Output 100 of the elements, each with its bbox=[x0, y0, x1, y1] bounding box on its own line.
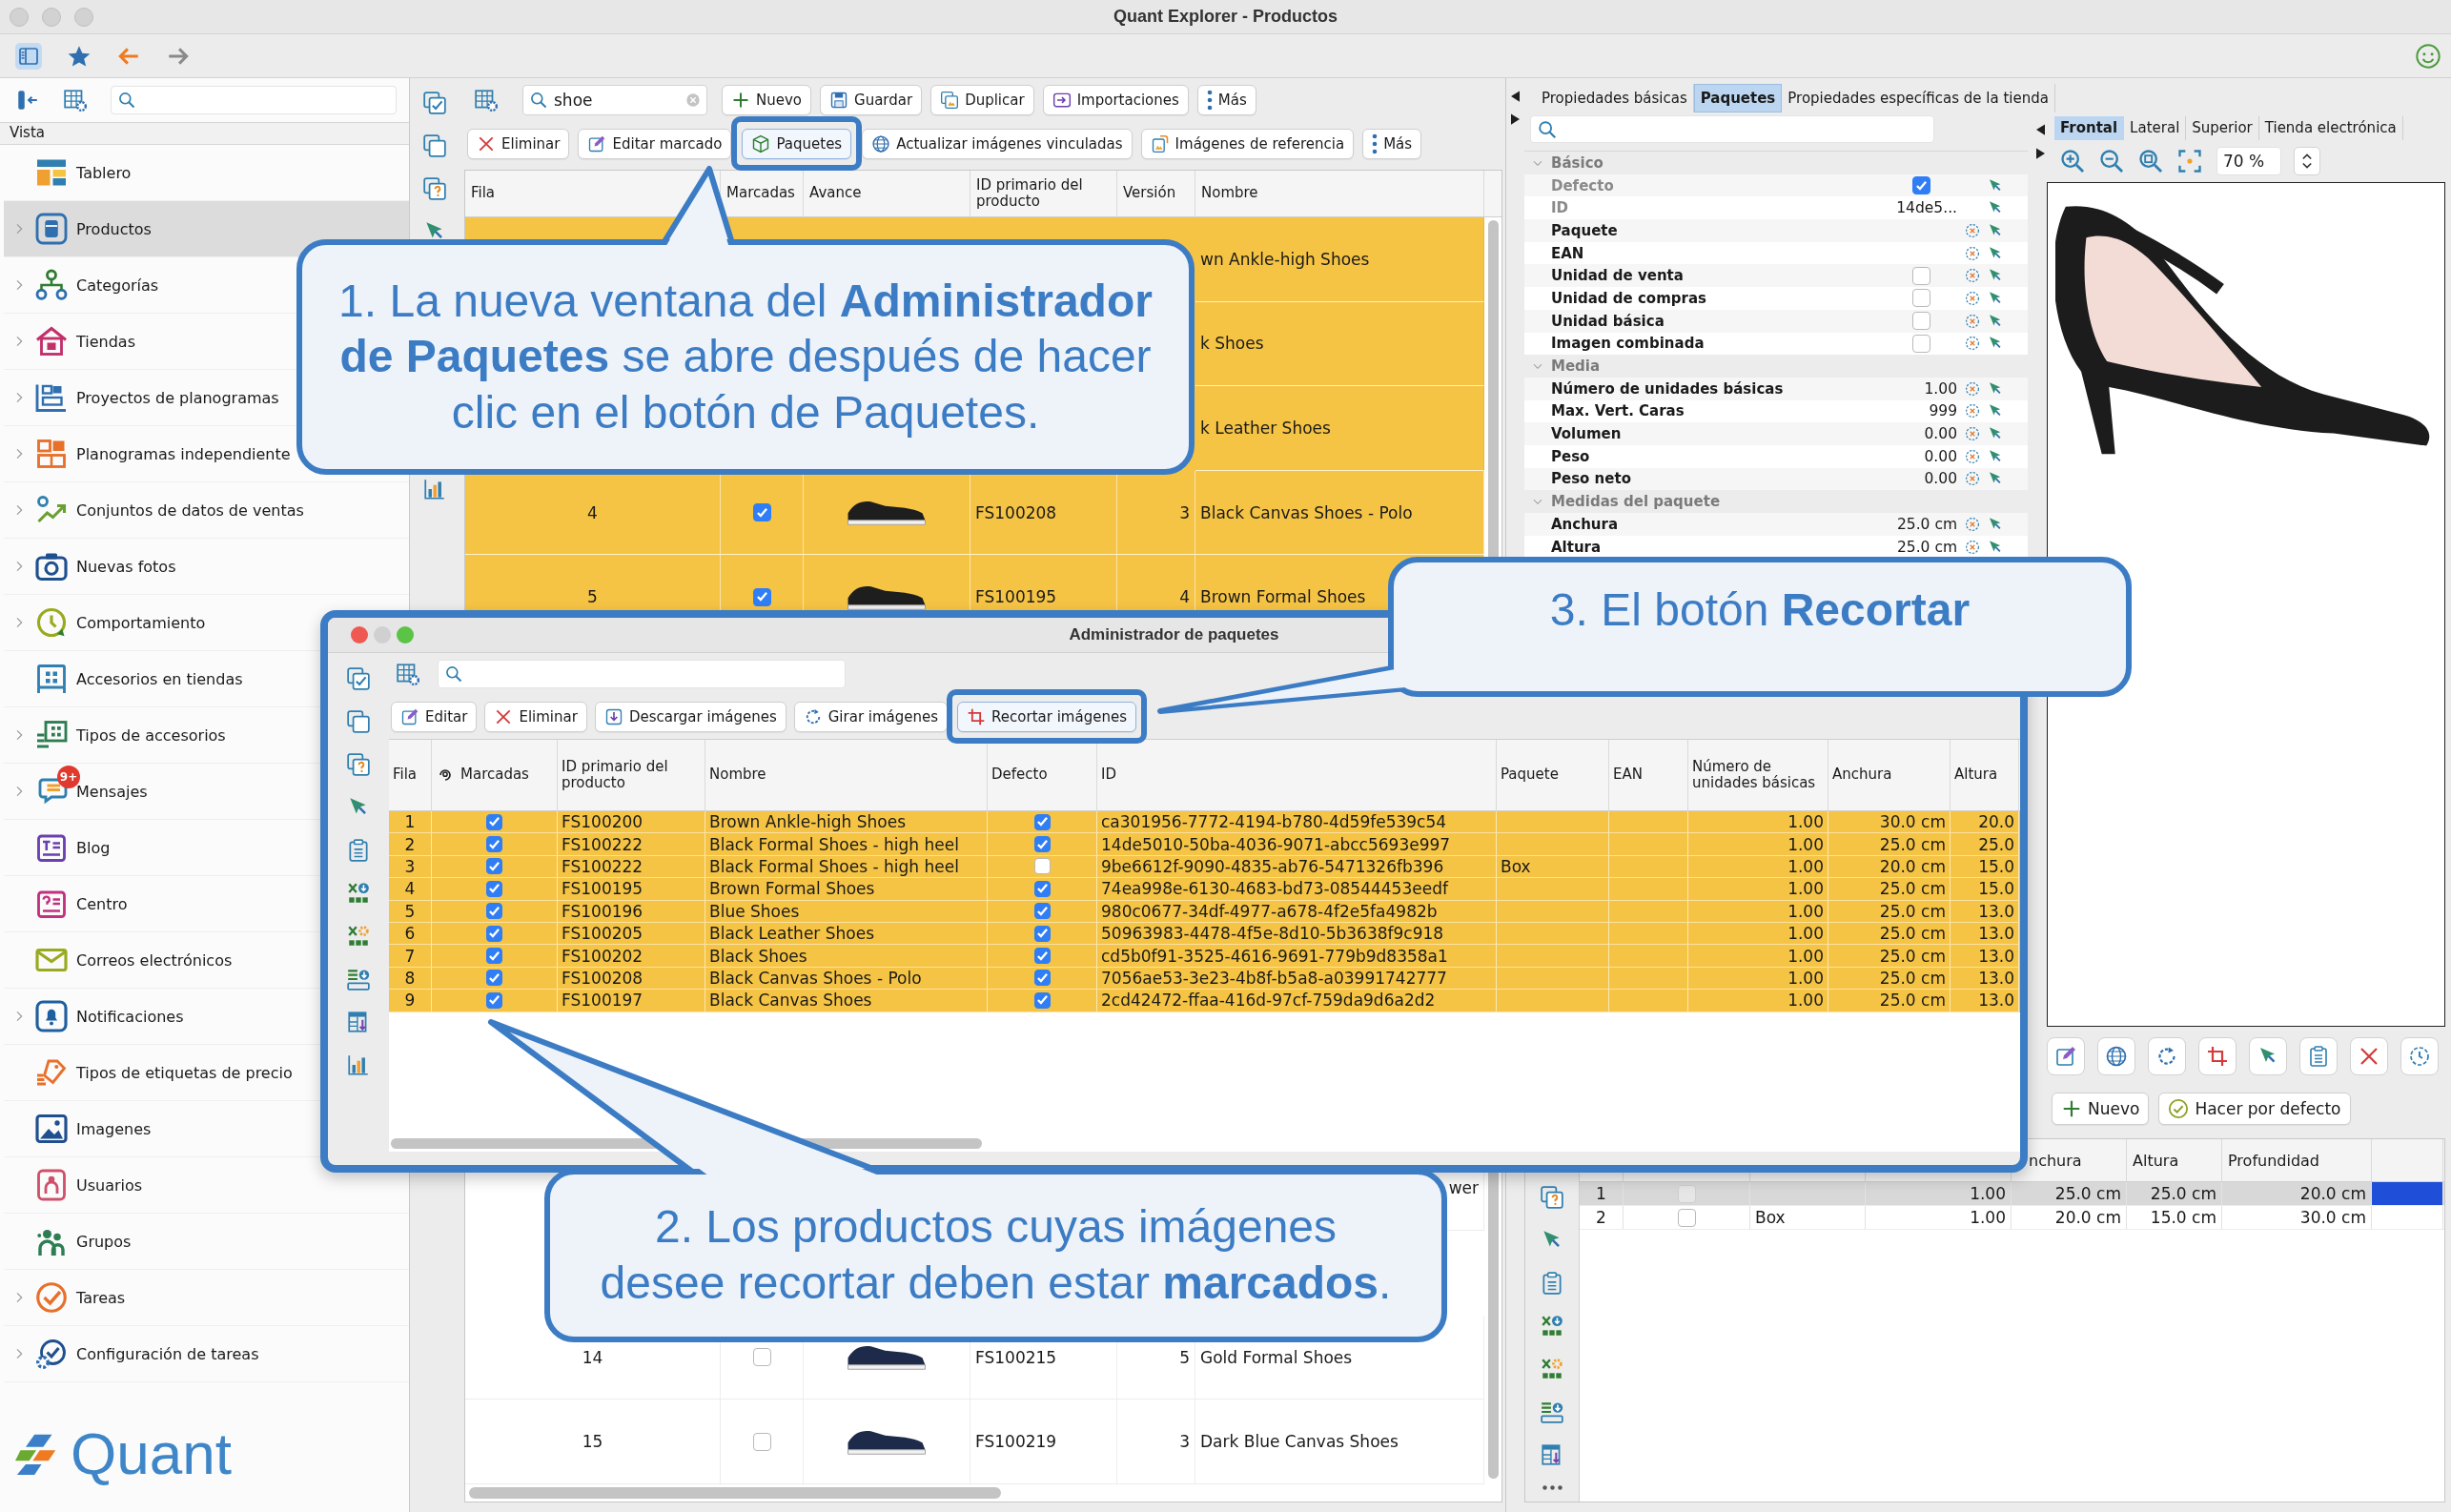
toolbar-button[interactable]: Importaciones bbox=[1042, 85, 1189, 115]
globe-button[interactable] bbox=[2097, 1037, 2135, 1075]
smiley-icon[interactable] bbox=[2415, 42, 2441, 70]
column-header[interactable]: Anchura bbox=[1828, 740, 1951, 810]
reset-icon[interactable] bbox=[1963, 470, 1981, 488]
checkbox[interactable] bbox=[1033, 991, 1051, 1009]
reset-icon[interactable] bbox=[1963, 538, 1981, 556]
checkbox[interactable] bbox=[486, 903, 502, 920]
toolbar-button[interactable]: Nuevo bbox=[2052, 1093, 2150, 1125]
checkbox[interactable] bbox=[486, 948, 502, 965]
crop-button[interactable] bbox=[2198, 1037, 2237, 1075]
table-row[interactable]: 5 FS100196 Blue Shoes 980c0677-34df-4977-a678-4f2e5fa4982b 1.00 25.0 cm 13.0 bbox=[389, 900, 2020, 923]
fit-screen-icon[interactable] bbox=[2176, 148, 2203, 174]
checkbox[interactable] bbox=[1912, 312, 1930, 331]
search-field[interactable] bbox=[438, 660, 846, 688]
expand-right-icon[interactable] bbox=[1511, 113, 1520, 125]
reset-icon[interactable] bbox=[1963, 244, 1981, 262]
reset-icon[interactable] bbox=[1963, 335, 1981, 353]
sidebar-item[interactable]: Comportamiento bbox=[4, 595, 210, 650]
checklist-icon[interactable] bbox=[422, 90, 447, 115]
search-field[interactable] bbox=[111, 86, 397, 114]
table-row[interactable]: 1 FS100200 Brown Ankle-high Shoes ca301956-7772-4194-b780-4d59fe539c54 1.00 30.0 cm 20.0 bbox=[389, 811, 2020, 834]
group-header[interactable]: Básico bbox=[1524, 152, 2028, 174]
tab[interactable]: Lateral bbox=[2124, 115, 2187, 140]
checkbox[interactable] bbox=[1033, 970, 1051, 987]
reset-icon[interactable] bbox=[1963, 425, 1981, 443]
table-row[interactable]: 8 FS100208 Black Canvas Shoes - Polo 7056ae53-3e23-4b8f-b5a8-a03991742777 1.00 25.0 cm 13.0 bbox=[389, 967, 2020, 991]
sidebar-item[interactable]: Accesorios en tiendas bbox=[4, 651, 247, 706]
sidebar-item[interactable]: Tipos de accesorios bbox=[4, 707, 230, 763]
sidebar-item[interactable]: Usuarios bbox=[4, 1157, 147, 1213]
group-header[interactable]: Medidas del paquete bbox=[1524, 490, 2028, 513]
checkbox[interactable] bbox=[1033, 903, 1051, 920]
checkbox[interactable] bbox=[1033, 836, 1051, 853]
checkbox[interactable] bbox=[752, 1348, 771, 1367]
tab[interactable]: Superior bbox=[2186, 115, 2259, 140]
column-header[interactable]: ID primario del producto bbox=[970, 171, 1117, 216]
clipboard-icon[interactable] bbox=[346, 837, 371, 863]
sidebar-item[interactable]: Proyectos de planogramas bbox=[4, 370, 283, 425]
toolbar-button[interactable]: Duplicar bbox=[930, 85, 1034, 115]
checkbox[interactable] bbox=[752, 503, 771, 522]
checkbox[interactable] bbox=[486, 991, 502, 1009]
tab[interactable]: Propiedades básicas bbox=[1536, 84, 1694, 112]
sidebar-toggle-button[interactable] bbox=[15, 42, 42, 70]
checkbox[interactable] bbox=[1033, 948, 1051, 965]
checkbox[interactable] bbox=[1677, 1184, 1696, 1203]
rotate-button[interactable] bbox=[2148, 1037, 2186, 1075]
sidebar-item[interactable]: Imagenes bbox=[4, 1101, 155, 1156]
copy-icon[interactable] bbox=[346, 708, 371, 734]
sidebar-item[interactable]: Tiendas bbox=[4, 314, 139, 369]
collapse-panel-icon[interactable] bbox=[15, 88, 40, 112]
zoom-out-icon[interactable] bbox=[2098, 148, 2125, 174]
tab[interactable]: Paquetes bbox=[1693, 84, 1783, 112]
close-button[interactable] bbox=[351, 626, 368, 644]
checkbox[interactable] bbox=[1033, 813, 1051, 830]
sidebar-item[interactable]: Tipos de etiquetas de precio bbox=[4, 1045, 296, 1100]
more-horizontal-icon[interactable] bbox=[1542, 1485, 1563, 1490]
reset-icon[interactable] bbox=[1963, 312, 1981, 330]
reset-icon[interactable] bbox=[1963, 515, 1981, 533]
checkbox[interactable] bbox=[486, 970, 502, 987]
table-row[interactable]: 1 1.00 25.0 cm 25.0 cm 20.0 cm bbox=[1580, 1182, 2444, 1206]
history-button[interactable] bbox=[2400, 1037, 2439, 1075]
checkbox[interactable] bbox=[486, 925, 502, 942]
column-header[interactable]: Número de unidades básicas bbox=[1688, 740, 1828, 810]
table-row[interactable]: 2 FS100222 Black Formal Shoes - high heel 14de5010-50ba-4036-9071-abcc5693e997 1.00 25.0 cm 25.0 bbox=[389, 833, 2020, 856]
search-field[interactable]: shoe bbox=[522, 85, 707, 115]
delete-button[interactable] bbox=[2350, 1037, 2388, 1075]
copy-icon[interactable] bbox=[422, 133, 447, 158]
toolbar-button[interactable]: Nuevo bbox=[722, 85, 811, 115]
expand-right-icon[interactable] bbox=[2035, 148, 2045, 159]
checkbox[interactable] bbox=[486, 813, 502, 830]
reset-icon[interactable] bbox=[1963, 221, 1981, 239]
sidebar-item[interactable]: Configuración de tareas bbox=[4, 1326, 263, 1381]
reset-icon[interactable] bbox=[1963, 267, 1981, 285]
sidebar-item[interactable]: Notificaciones bbox=[4, 989, 188, 1044]
column-header[interactable]: ID primario del producto bbox=[558, 740, 705, 810]
column-header[interactable]: Altura bbox=[2127, 1139, 2222, 1181]
checkbox[interactable] bbox=[1912, 334, 1930, 353]
zoom-in-icon[interactable] bbox=[2059, 148, 2086, 174]
toolbar-button[interactable]: Editar bbox=[391, 702, 478, 732]
clipboard-button[interactable] bbox=[2299, 1037, 2338, 1075]
column-header[interactable]: Paquete bbox=[1497, 740, 1609, 810]
sidebar-item[interactable]: Nuevas fotos bbox=[4, 539, 180, 594]
table-settings-icon[interactable] bbox=[63, 88, 88, 112]
toolbar-button[interactable]: Más bbox=[1362, 129, 1422, 159]
table-row[interactable]: 9 FS100197 Black Canvas Shoes 2cd42472-ffaa-416d-97cf-759da9d6a2d2 1.00 25.0 cm 13.0 bbox=[389, 990, 2020, 1012]
sidebar-item[interactable]: Grupos bbox=[4, 1214, 135, 1269]
checkbox[interactable] bbox=[752, 587, 771, 606]
column-header[interactable]: ID bbox=[1097, 740, 1497, 810]
help-icon[interactable] bbox=[1540, 1184, 1564, 1210]
column-header[interactable]: Versión bbox=[1117, 171, 1195, 216]
table-row[interactable]: 6 FS100205 Black Leather Shoes 50963983-4478-4f5e-8d10-5b3638f9c918 1.00 25.0 cm 13.0 bbox=[389, 922, 2020, 946]
toolbar-button[interactable]: Recortar imágenes bbox=[957, 702, 1136, 732]
column-header[interactable]: Marcadas bbox=[432, 740, 558, 810]
search-field[interactable] bbox=[1530, 115, 1934, 143]
sidebar-item[interactable]: Tablero bbox=[4, 145, 135, 200]
table-row[interactable]: 3 FS100222 Black Formal Shoes - high heel 9be6612f-9090-4835-ab76-5471326fb396 Box 1.00 20.0 cm 15.0 bbox=[389, 855, 2020, 879]
sidebar-item[interactable]: Centro bbox=[4, 876, 132, 931]
checkbox[interactable] bbox=[1912, 266, 1930, 285]
table-row[interactable]: 7 FS100202 Black Shoes cd5b0f91-3525-4616-9691-779b9d8358a1 1.00 25.0 cm 13.0 bbox=[389, 945, 2020, 968]
column-header[interactable]: Defecto bbox=[988, 740, 1097, 810]
